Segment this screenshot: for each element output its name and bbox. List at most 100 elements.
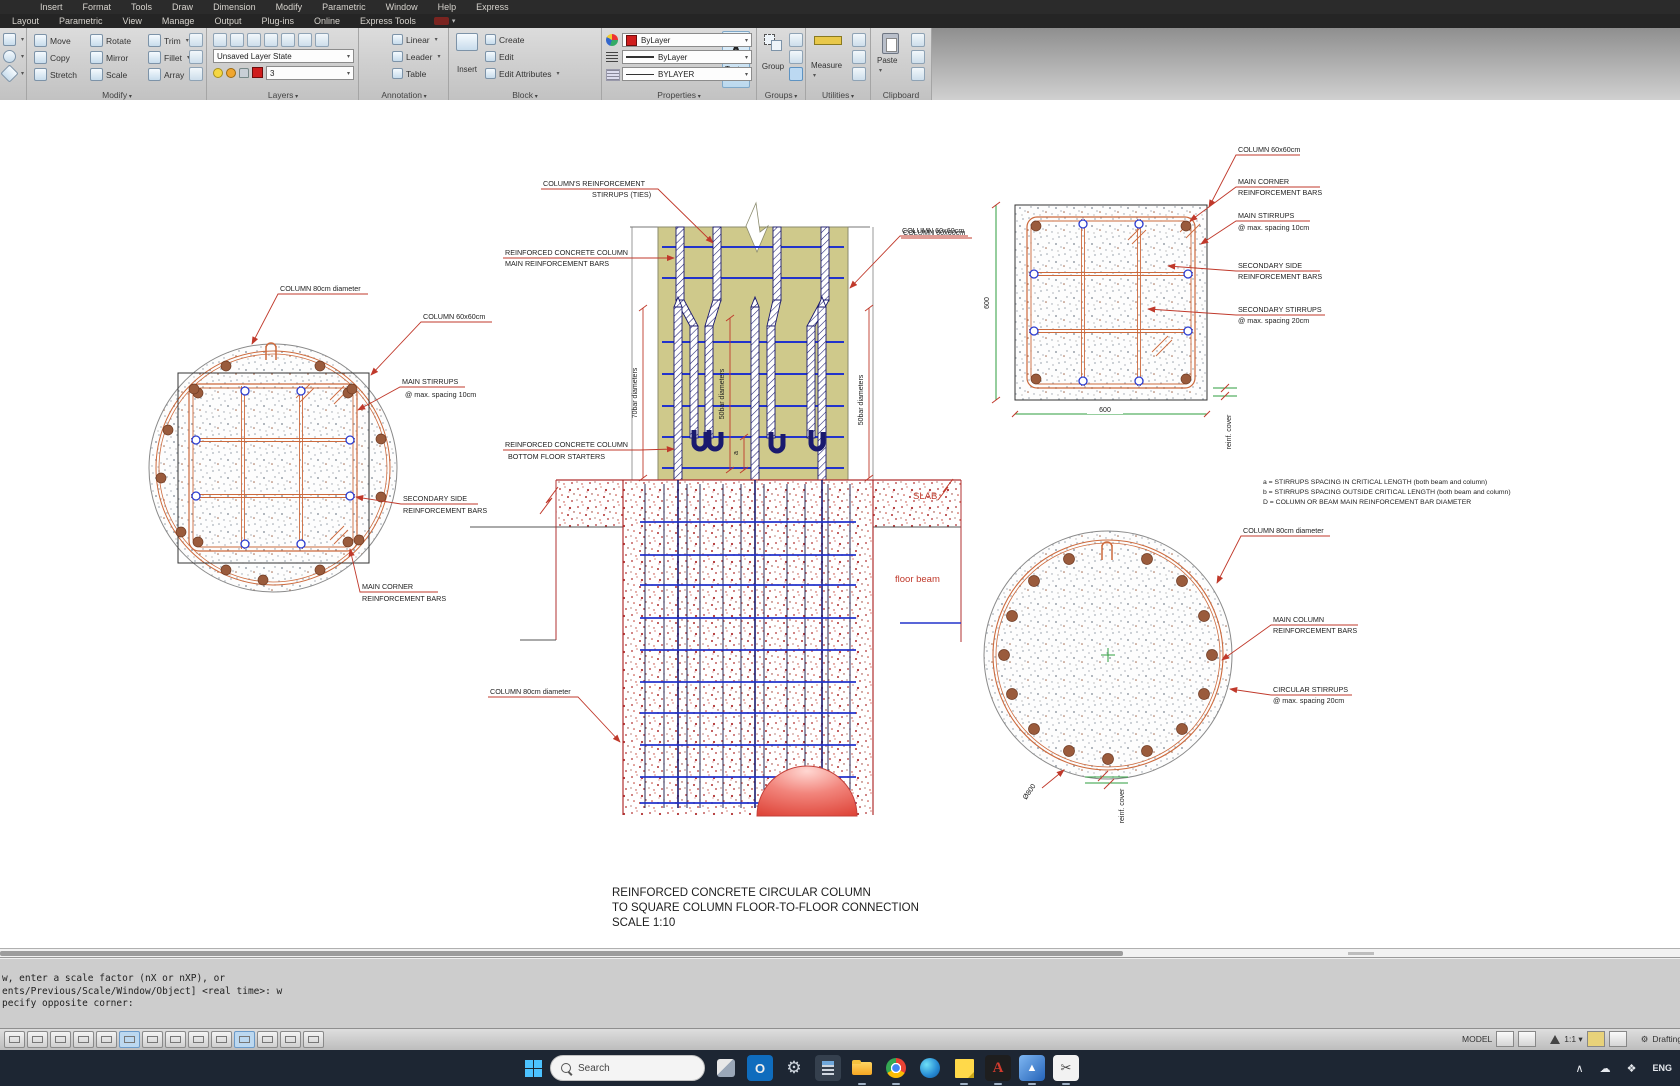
annotation-monitor-toggle[interactable]: [280, 1031, 301, 1048]
annotation-scale-value[interactable]: 1:1 ▾: [1564, 1034, 1582, 1045]
autocad-icon[interactable]: A: [985, 1055, 1011, 1081]
drawing-canvas[interactable]: 70bar diameters 50bar diameters 50bar di…: [0, 100, 1680, 948]
layer-state-dropdown[interactable]: Unsaved Layer State: [213, 49, 354, 63]
menu-layout[interactable]: Layout: [2, 16, 49, 26]
snipping-tool-icon[interactable]: ✂: [1053, 1055, 1079, 1081]
polygon-tool-icon[interactable]: ▾: [3, 67, 24, 80]
command-prompt-line[interactable]: pecify opposite corner:: [2, 998, 1680, 1011]
horizontal-scrollbar[interactable]: [0, 948, 1680, 958]
circle-tool-icon[interactable]: ▾: [3, 50, 24, 63]
menu-modify[interactable]: Modify: [266, 2, 313, 12]
tray-chevron-icon[interactable]: ∧: [1576, 1062, 1584, 1075]
layer-off-icon[interactable]: [281, 33, 295, 47]
panel-title-modify[interactable]: Modify: [28, 90, 206, 100]
start-button[interactable]: [525, 1060, 542, 1077]
calculator-icon[interactable]: [815, 1055, 841, 1081]
layer-color-swatch[interactable]: [252, 67, 263, 78]
layer-thaw-sun-icon[interactable]: [226, 68, 236, 78]
sticky-notes-icon[interactable]: [951, 1055, 977, 1081]
chrome-icon[interactable]: [883, 1055, 909, 1081]
panel-title-utilities[interactable]: Utilities: [806, 90, 870, 100]
menu-manage[interactable]: Manage: [152, 16, 205, 26]
table-button[interactable]: Table: [392, 68, 426, 79]
menu-insert[interactable]: Insert: [30, 2, 73, 12]
menu-express-tools[interactable]: Express Tools: [350, 16, 426, 26]
onedrive-cloud-icon[interactable]: ☁: [1600, 1062, 1611, 1075]
edge-icon[interactable]: [917, 1055, 943, 1081]
dyn-input-toggle[interactable]: [188, 1031, 209, 1048]
layer-isolate-icon[interactable]: [247, 33, 261, 47]
layer-on-bulb-icon[interactable]: [213, 68, 223, 78]
panel-title-clipboard[interactable]: Clipboard: [871, 90, 931, 100]
file-explorer-icon[interactable]: [849, 1055, 875, 1081]
polar-toggle[interactable]: [96, 1031, 117, 1048]
paste-button[interactable]: Paste ▾: [877, 33, 903, 74]
array-button[interactable]: Array▾: [148, 68, 192, 81]
layer-lock-icon[interactable]: [298, 33, 312, 47]
menu-plugins[interactable]: Plug-ins: [251, 16, 304, 26]
fillet-button[interactable]: Fillet▾: [148, 51, 190, 64]
trim-button[interactable]: Trim▾: [148, 34, 189, 47]
menu-dimension[interactable]: Dimension: [203, 2, 266, 12]
cut-button[interactable]: [911, 33, 925, 47]
transparency-toggle[interactable]: [234, 1031, 255, 1048]
panel-title-groups[interactable]: Groups: [757, 90, 805, 100]
menu-parametric2[interactable]: Parametric: [49, 16, 113, 26]
osnap-toggle[interactable]: [119, 1031, 140, 1048]
create-block-button[interactable]: Create: [485, 34, 525, 45]
layout-icon[interactable]: [1496, 1031, 1514, 1047]
outlook-icon[interactable]: O: [747, 1055, 773, 1081]
panel-title-layers[interactable]: Layers: [208, 90, 358, 100]
workspace-switcher[interactable]: Drafting & An: [1652, 1034, 1680, 1044]
ungroup-button[interactable]: [789, 33, 803, 47]
menu-express[interactable]: Express: [466, 2, 519, 12]
grid-toggle[interactable]: [27, 1031, 48, 1048]
gridmode-toggle[interactable]: [50, 1031, 71, 1048]
otrack-toggle[interactable]: [142, 1031, 163, 1048]
quick-calc-button[interactable]: [852, 50, 866, 64]
mirror-button[interactable]: Mirror: [90, 51, 128, 64]
photos-icon[interactable]: ▲: [1019, 1055, 1045, 1081]
measure-button[interactable]: Measure ▾: [811, 36, 845, 79]
scrollbar-thumb[interactable]: [0, 951, 1123, 956]
edit-attributes-button[interactable]: Edit Attributes▾: [485, 68, 559, 79]
menu-view[interactable]: View: [113, 16, 152, 26]
layer-match-icon[interactable]: [315, 33, 329, 47]
group-select-toggle[interactable]: [789, 67, 803, 81]
quick-properties-toggle[interactable]: [303, 1031, 324, 1048]
scale-button[interactable]: Scale: [90, 68, 127, 81]
rectangle-tool-icon[interactable]: ▾: [3, 33, 24, 46]
linetype-dropdown[interactable]: BYLAYER: [622, 67, 752, 81]
layer-unlock-icon[interactable]: [239, 68, 249, 78]
dropbox-icon[interactable]: ❖: [1627, 1062, 1637, 1075]
insert-block-button[interactable]: Insert: [453, 33, 481, 74]
menu-tools[interactable]: Tools: [121, 2, 162, 12]
copy-button[interactable]: Copy: [34, 51, 70, 64]
erase-button[interactable]: [189, 33, 203, 47]
menu-parametric[interactable]: Parametric: [312, 2, 376, 12]
group-button[interactable]: Group: [760, 34, 786, 71]
panel-title-block[interactable]: Block: [449, 90, 601, 100]
quick-select-button[interactable]: [852, 33, 866, 47]
menu-help[interactable]: Help: [428, 2, 467, 12]
model-space-button[interactable]: MODEL: [1462, 1034, 1492, 1044]
layer-freeze-icon[interactable]: [264, 33, 278, 47]
color-wheel-icon[interactable]: [606, 34, 618, 46]
record-icon[interactable]: [434, 17, 449, 25]
ortho-toggle[interactable]: [73, 1031, 94, 1048]
menu-window[interactable]: Window: [376, 2, 428, 12]
move-button[interactable]: Move: [34, 34, 71, 47]
match-properties-button[interactable]: [911, 67, 925, 81]
menu-output[interactable]: Output: [204, 16, 251, 26]
stretch-button[interactable]: Stretch: [34, 68, 77, 81]
point-style-button[interactable]: [852, 67, 866, 81]
menu-format[interactable]: Format: [73, 2, 122, 12]
copy-clip-button[interactable]: [911, 50, 925, 64]
task-view-button[interactable]: [713, 1055, 739, 1081]
layer-properties-icon[interactable]: [213, 33, 227, 47]
offset-button[interactable]: [189, 67, 203, 81]
rotate-button[interactable]: Rotate: [90, 34, 131, 47]
selection-cycling-toggle[interactable]: [257, 1031, 278, 1048]
panel-title-annotation[interactable]: Annotation: [360, 90, 448, 100]
layout-tabs-icon[interactable]: [1518, 1031, 1536, 1047]
